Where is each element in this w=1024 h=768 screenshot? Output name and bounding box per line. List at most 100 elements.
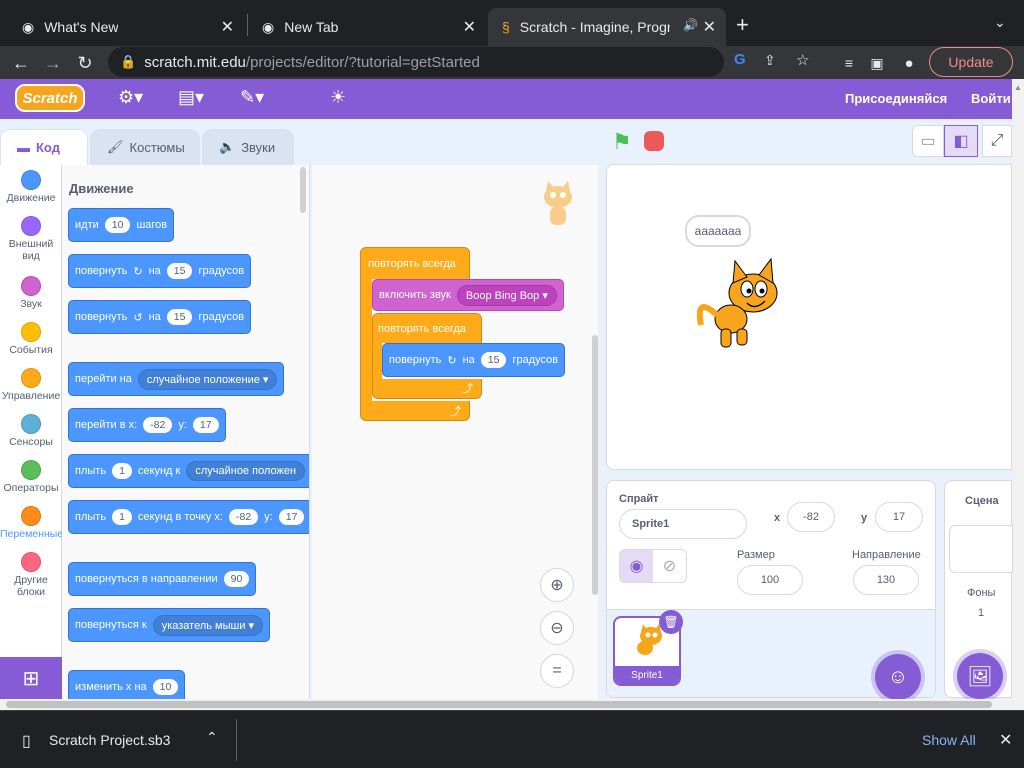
visibility-toggle[interactable]: ◉ ⊘ <box>619 549 687 583</box>
page-scrollbar[interactable]: ▲ <box>1012 79 1024 699</box>
glide-dropdown[interactable]: случайное положен <box>186 461 306 481</box>
scratch-logo[interactable]: Scratch <box>15 84 85 112</box>
block-turn-right[interactable]: повернуть ↻ на 15 градусов <box>68 254 252 288</box>
change-x-input[interactable]: 10 <box>152 679 179 695</box>
zoom-in-button[interactable]: ⊕ <box>540 568 574 602</box>
green-flag-icon[interactable]: ⚑ <box>612 129 632 155</box>
small-stage-button[interactable]: ▭ <box>912 125 944 157</box>
tab-code[interactable]: ▬ Код <box>0 129 88 165</box>
bookmark-star-icon[interactable]: ☆ <box>796 51 809 69</box>
degrees-input[interactable]: 15 <box>166 263 193 279</box>
close-tab-icon[interactable]: ✕ <box>221 17 234 37</box>
horizontal-scroll-thumb[interactable] <box>6 701 992 708</box>
degrees-input[interactable]: 15 <box>480 352 507 368</box>
stage-selector-pane[interactable]: Сцена Фоны 1 🖼 <box>944 480 1013 699</box>
download-chevron-up-icon[interactable]: ⌃ <box>206 729 218 746</box>
y-input[interactable]: 17 <box>192 417 219 433</box>
signin-link[interactable]: Войти <box>971 79 1011 119</box>
show-eye-icon[interactable]: ◉ <box>620 550 653 582</box>
back-icon[interactable]: ← <box>8 50 34 76</box>
browser-tab-scratch[interactable]: § Scratch - Imagine, Program 🔊 ✕ <box>488 8 726 46</box>
zoom-out-button[interactable]: ⊖ <box>540 611 574 645</box>
forward-icon[interactable]: → <box>40 50 66 76</box>
category-sensing[interactable]: Сенсоры <box>0 414 62 448</box>
tab-costumes[interactable]: 🖌 Костюмы <box>90 129 200 165</box>
block-goto-xy[interactable]: перейти в x: -82 y: 17 <box>68 408 226 442</box>
script-scrollbar[interactable] <box>592 335 598 595</box>
close-tab-icon[interactable]: ✕ <box>703 17 716 37</box>
category-my-blocks[interactable]: Другие блоки <box>0 552 62 598</box>
block-turn-left[interactable]: повернуть ↺ на 15 градусов <box>68 300 252 334</box>
show-all-link[interactable]: Show All <box>922 732 976 748</box>
block-turn-in-script[interactable]: повернуть ↻ на 15 градусов <box>382 343 566 377</box>
block-glide-xy[interactable]: плыть 1 секунд в точку x: -82 y: 17 <box>68 500 309 534</box>
download-filename[interactable]: Scratch Project.sb3 <box>49 732 170 748</box>
close-downloads-icon[interactable]: ✕ <box>999 730 1012 750</box>
block-point-direction[interactable]: повернуться в направлении 90 <box>68 562 257 596</box>
size-input[interactable]: 100 <box>737 565 803 595</box>
add-sprite-button[interactable]: ☺ <box>875 654 921 700</box>
share-icon[interactable]: ⇪ <box>764 52 776 69</box>
tutorials-lightbulb-icon[interactable]: ☀ <box>330 87 346 108</box>
x-input[interactable]: -82 <box>143 417 173 433</box>
block-move-steps[interactable]: идти 10 шагов <box>68 208 175 242</box>
browser-tab-new-tab[interactable]: ◉ New Tab ✕ <box>248 8 486 46</box>
seconds-input[interactable]: 1 <box>112 463 132 479</box>
fullscreen-button[interactable]: ⤢ <box>982 125 1012 157</box>
tab-search-chevron-icon[interactable]: ⌄ <box>994 14 1006 31</box>
category-variables[interactable]: Переменные <box>0 506 63 540</box>
steps-input[interactable]: 10 <box>104 217 131 233</box>
settings-gear-icon[interactable]: ⚙▾ <box>118 87 143 108</box>
block-goto[interactable]: перейти на случайное положение ▾ <box>68 362 285 396</box>
goto-dropdown[interactable]: случайное положение ▾ <box>137 368 278 390</box>
add-backdrop-button[interactable]: 🖼 <box>957 653 1003 699</box>
reload-icon[interactable]: ↻ <box>72 50 98 76</box>
category-events[interactable]: События <box>0 322 62 356</box>
category-looks[interactable]: Внешний вид <box>0 216 62 262</box>
block-change-x[interactable]: изменить х на 10 <box>68 670 186 699</box>
horizontal-scrollbar[interactable] <box>0 699 1024 710</box>
zoom-reset-button[interactable]: = <box>540 654 574 688</box>
update-button[interactable]: Update <box>929 47 1013 77</box>
add-extension-button[interactable]: ⊞ <box>0 657 62 699</box>
category-motion[interactable]: Движение <box>0 170 62 204</box>
browser-tab-whats-new[interactable]: ◉ What's New ✕ <box>8 8 244 46</box>
sprite-name-input[interactable]: Sprite1 <box>619 509 747 539</box>
address-bar[interactable]: 🔒 scratch.mit.edu/projects/editor/?tutor… <box>108 47 809 77</box>
audio-playing-icon[interactable]: 🔊 <box>683 18 698 32</box>
file-menu-icon[interactable]: ▤▾ <box>178 87 204 108</box>
side-panel-icon[interactable]: ▣ <box>864 50 890 76</box>
stop-icon[interactable] <box>644 131 664 151</box>
edit-menu-icon[interactable]: ✎▾ <box>240 87 264 108</box>
block-glide[interactable]: плыть 1 секунд к случайное положен <box>68 454 309 488</box>
seconds-input[interactable]: 1 <box>112 509 132 525</box>
sound-dropdown[interactable]: Boop Bing Bop ▾ <box>456 284 557 306</box>
x-input[interactable]: -82 <box>228 509 259 525</box>
hide-eye-icon[interactable]: ⊘ <box>653 550 686 582</box>
cat-sprite-icon[interactable] <box>691 255 791 355</box>
y-input[interactable]: 17 <box>875 502 923 532</box>
stage[interactable]: aaaaaaa <box>606 164 1012 470</box>
tab-sounds[interactable]: 🔈 Звуки <box>202 129 294 165</box>
new-tab-icon[interactable]: + <box>736 12 749 38</box>
direction-input[interactable]: 90 <box>223 571 250 587</box>
palette-scrollbar[interactable] <box>300 167 306 213</box>
block-point-towards[interactable]: повернуться к указатель мыши ▾ <box>68 608 271 642</box>
y-input[interactable]: 17 <box>278 509 305 525</box>
normal-stage-button[interactable]: ◧ <box>944 125 978 157</box>
point-towards-dropdown[interactable]: указатель мыши ▾ <box>152 614 264 636</box>
media-control-icon[interactable]: ≡ <box>836 50 862 76</box>
close-tab-icon[interactable]: ✕ <box>463 17 476 37</box>
category-sound[interactable]: Звук <box>0 276 62 310</box>
category-control[interactable]: Управление <box>0 368 62 402</box>
direction-input[interactable]: 130 <box>853 565 919 595</box>
stage-thumbnail[interactable] <box>949 525 1013 573</box>
degrees-input[interactable]: 15 <box>166 309 193 325</box>
google-icon[interactable]: G <box>734 51 746 68</box>
x-input[interactable]: -82 <box>787 502 835 532</box>
profile-icon[interactable]: ● <box>896 50 922 76</box>
category-operators[interactable]: Операторы <box>0 460 62 494</box>
join-link[interactable]: Присоединяйся <box>845 79 947 119</box>
delete-sprite-icon[interactable]: 🗑 <box>659 610 683 634</box>
block-play-sound[interactable]: включить звук Boop Bing Bop ▾ <box>372 279 564 311</box>
